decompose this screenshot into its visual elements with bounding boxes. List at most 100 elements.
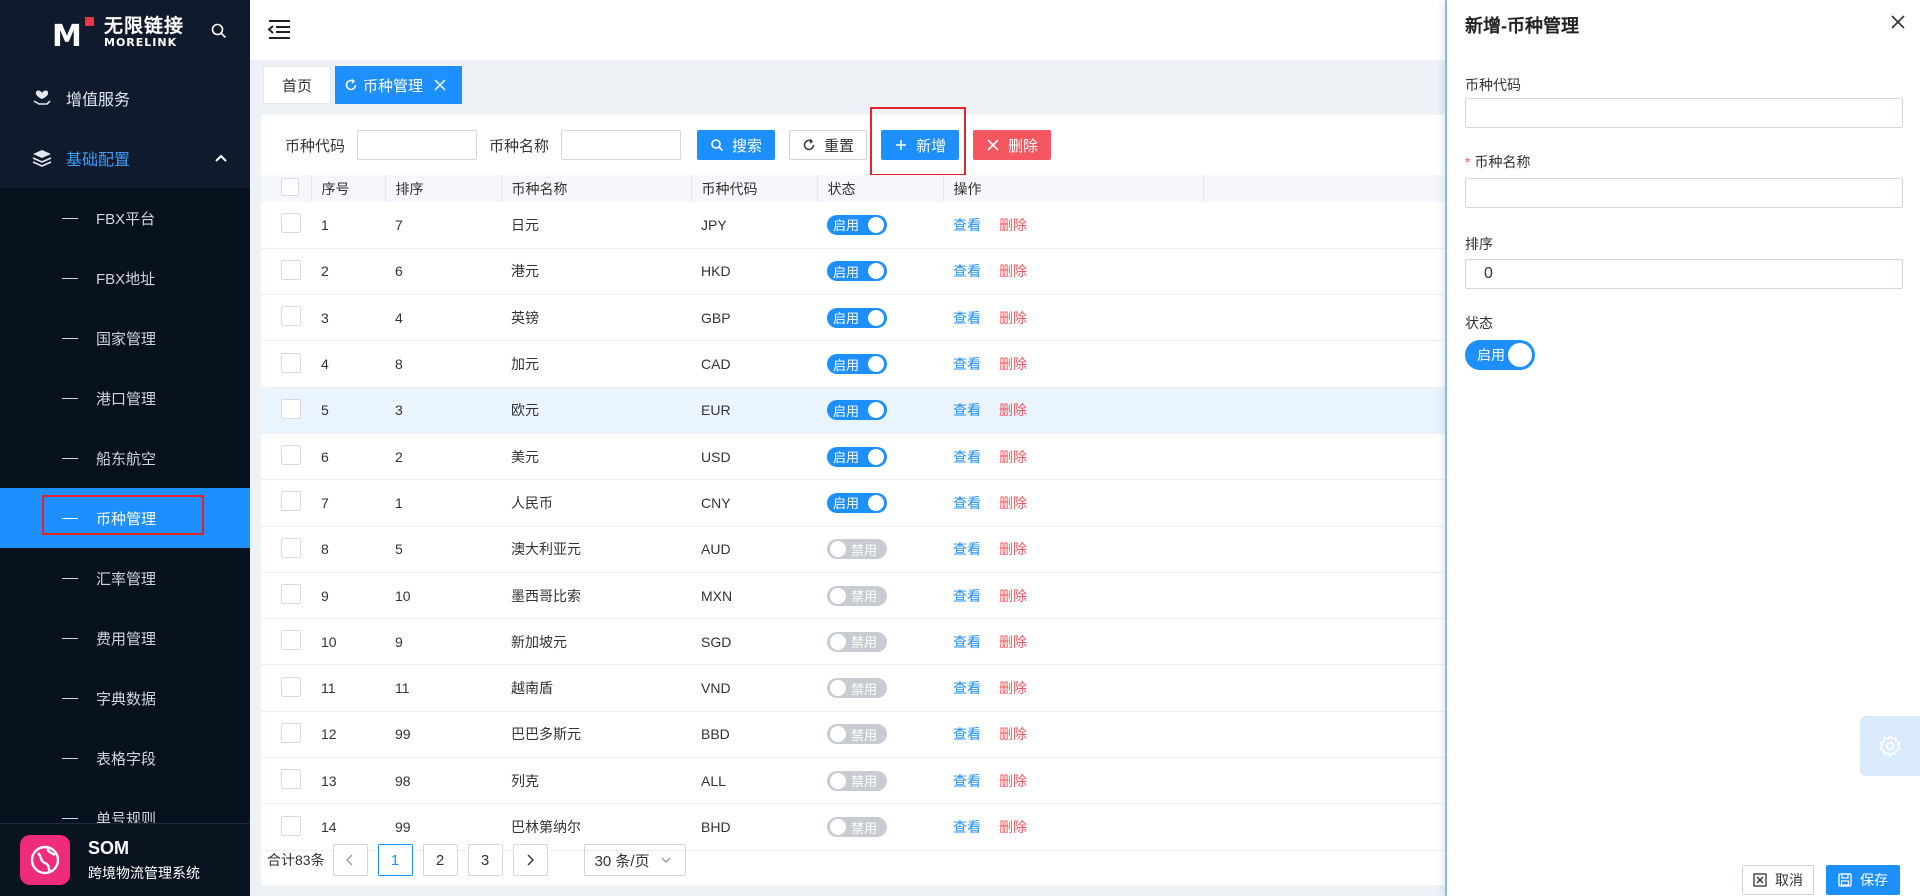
status-toggle[interactable]: 启用 (827, 307, 887, 328)
close-icon[interactable] (1890, 14, 1906, 30)
row-checkbox[interactable] (281, 630, 301, 651)
search-icon[interactable] (210, 22, 228, 40)
cancel-button[interactable]: 取消 (1742, 865, 1814, 895)
status-toggle[interactable]: 禁用 (827, 631, 887, 652)
delete-link[interactable]: 删除 (999, 680, 1027, 696)
row-checkbox[interactable] (281, 445, 301, 466)
status-toggle[interactable]: 禁用 (827, 678, 887, 699)
status-toggle[interactable]: 启用 (827, 446, 887, 467)
sort-field[interactable]: 0 (1465, 259, 1903, 289)
view-link[interactable]: 查看 (953, 541, 981, 557)
view-link[interactable]: 查看 (953, 310, 981, 326)
sidebar-item-table-fields[interactable]: 表格字段 (0, 728, 250, 788)
menu-basic-config[interactable]: 基础配置 (0, 128, 250, 188)
status-toggle[interactable]: 禁用 (827, 585, 887, 606)
add-button[interactable]: 新增 (881, 130, 960, 160)
sidebar-item-dictionary[interactable]: 字典数据 (0, 668, 250, 728)
row-checkbox[interactable] (281, 259, 301, 280)
delete-link[interactable]: 删除 (999, 310, 1027, 326)
sidebar-item-exchange-rate[interactable]: 汇率管理 (0, 548, 250, 608)
delete-link[interactable]: 删除 (999, 773, 1027, 789)
row-checkbox[interactable] (281, 213, 301, 234)
view-link[interactable]: 查看 (953, 773, 981, 789)
sidebar-item-fee[interactable]: 费用管理 (0, 608, 250, 668)
delete-link[interactable]: 删除 (999, 726, 1027, 742)
status-toggle[interactable]: 禁用 (827, 770, 887, 791)
status-toggle[interactable]: 启用 (827, 492, 887, 513)
close-icon[interactable] (433, 78, 447, 92)
row-checkbox[interactable] (281, 398, 301, 419)
view-link[interactable]: 查看 (953, 680, 981, 696)
menu-collapse-icon[interactable] (266, 17, 292, 41)
prev-page-button[interactable] (332, 844, 368, 876)
row-checkbox[interactable] (281, 815, 301, 836)
status-toggle[interactable]: 禁用 (827, 724, 887, 745)
status-toggle[interactable]: 启用 (827, 400, 887, 421)
view-link[interactable]: 查看 (953, 449, 981, 465)
currency-name-input[interactable] (561, 130, 682, 160)
view-link[interactable]: 查看 (953, 402, 981, 418)
select-all-checkbox[interactable] (281, 178, 299, 196)
view-link[interactable]: 查看 (953, 217, 981, 233)
sidebar-item-country[interactable]: 国家管理 (0, 308, 250, 368)
save-button[interactable]: 保存 (1826, 865, 1900, 895)
delete-link[interactable]: 删除 (999, 634, 1027, 650)
page-button[interactable]: 1 (377, 844, 413, 876)
sidebar-item-carrier[interactable]: 船东航空 (0, 428, 250, 488)
sidebar-item-label: FBX平台 (96, 210, 156, 228)
view-link[interactable]: 查看 (953, 263, 981, 279)
delete-link[interactable]: 删除 (999, 495, 1027, 511)
tab-currency[interactable]: 币种管理 (335, 66, 463, 104)
row-checkbox[interactable] (281, 676, 301, 697)
view-link[interactable]: 查看 (953, 356, 981, 372)
status-toggle[interactable]: 启用 (827, 354, 887, 375)
sidebar-item-port[interactable]: 港口管理 (0, 368, 250, 428)
delete-link[interactable]: 删除 (999, 402, 1027, 418)
row-checkbox[interactable] (281, 584, 301, 605)
search-button[interactable]: 搜索 (697, 130, 776, 160)
status-toggle[interactable]: 禁用 (827, 817, 887, 837)
chevron-up-icon (215, 154, 227, 162)
status-toggle[interactable]: 启用 (827, 214, 887, 235)
delete-link[interactable]: 删除 (999, 819, 1027, 835)
settings-button[interactable] (1860, 716, 1920, 776)
currency-name-field[interactable] (1465, 178, 1903, 208)
delete-link[interactable]: 删除 (999, 449, 1027, 465)
delete-link[interactable]: 删除 (999, 217, 1027, 233)
row-checkbox[interactable] (281, 769, 301, 790)
tab-home[interactable]: 首页 (263, 66, 332, 104)
status-toggle[interactable]: 启用 (1465, 340, 1535, 370)
delete-link[interactable]: 删除 (999, 356, 1027, 372)
row-checkbox[interactable] (281, 352, 301, 373)
page-button[interactable]: 3 (467, 844, 503, 876)
delete-link[interactable]: 删除 (999, 588, 1027, 604)
row-checkbox[interactable] (281, 306, 301, 327)
add-currency-drawer: 新增-币种管理 币种代码 * 币种名称 排序 0 状态 启用 取消 保存 (1445, 0, 1920, 896)
next-page-button[interactable] (512, 844, 548, 876)
currency-code-field[interactable] (1465, 98, 1903, 128)
menu-value-added[interactable]: 增值服务 (0, 68, 250, 128)
delete-link[interactable]: 删除 (999, 541, 1027, 557)
view-link[interactable]: 查看 (953, 634, 981, 650)
status-toggle[interactable]: 禁用 (827, 539, 887, 560)
row-checkbox[interactable] (281, 537, 301, 558)
page-size-select[interactable]: 30 条/页 (583, 844, 686, 876)
reset-button[interactable]: 重置 (789, 130, 868, 160)
cell-sort: 5 (385, 526, 501, 573)
delete-button[interactable]: 删除 (973, 130, 1052, 160)
view-link[interactable]: 查看 (953, 588, 981, 604)
view-link[interactable]: 查看 (953, 726, 981, 742)
status-toggle[interactable]: 启用 (827, 261, 887, 282)
sidebar-item-fbx-address[interactable]: FBX地址 (0, 248, 250, 308)
row-checkbox[interactable] (281, 491, 301, 512)
sidebar-item-fbx-platform[interactable]: FBX平台 (0, 188, 250, 248)
page-button[interactable]: 2 (422, 844, 458, 876)
row-checkbox[interactable] (281, 722, 301, 743)
sidebar-item-currency[interactable]: 币种管理 (0, 488, 250, 548)
refresh-icon (803, 138, 815, 151)
delete-link[interactable]: 删除 (999, 263, 1027, 279)
refresh-icon[interactable] (344, 78, 358, 92)
view-link[interactable]: 查看 (953, 819, 981, 835)
currency-code-input[interactable] (357, 130, 478, 160)
view-link[interactable]: 查看 (953, 495, 981, 511)
